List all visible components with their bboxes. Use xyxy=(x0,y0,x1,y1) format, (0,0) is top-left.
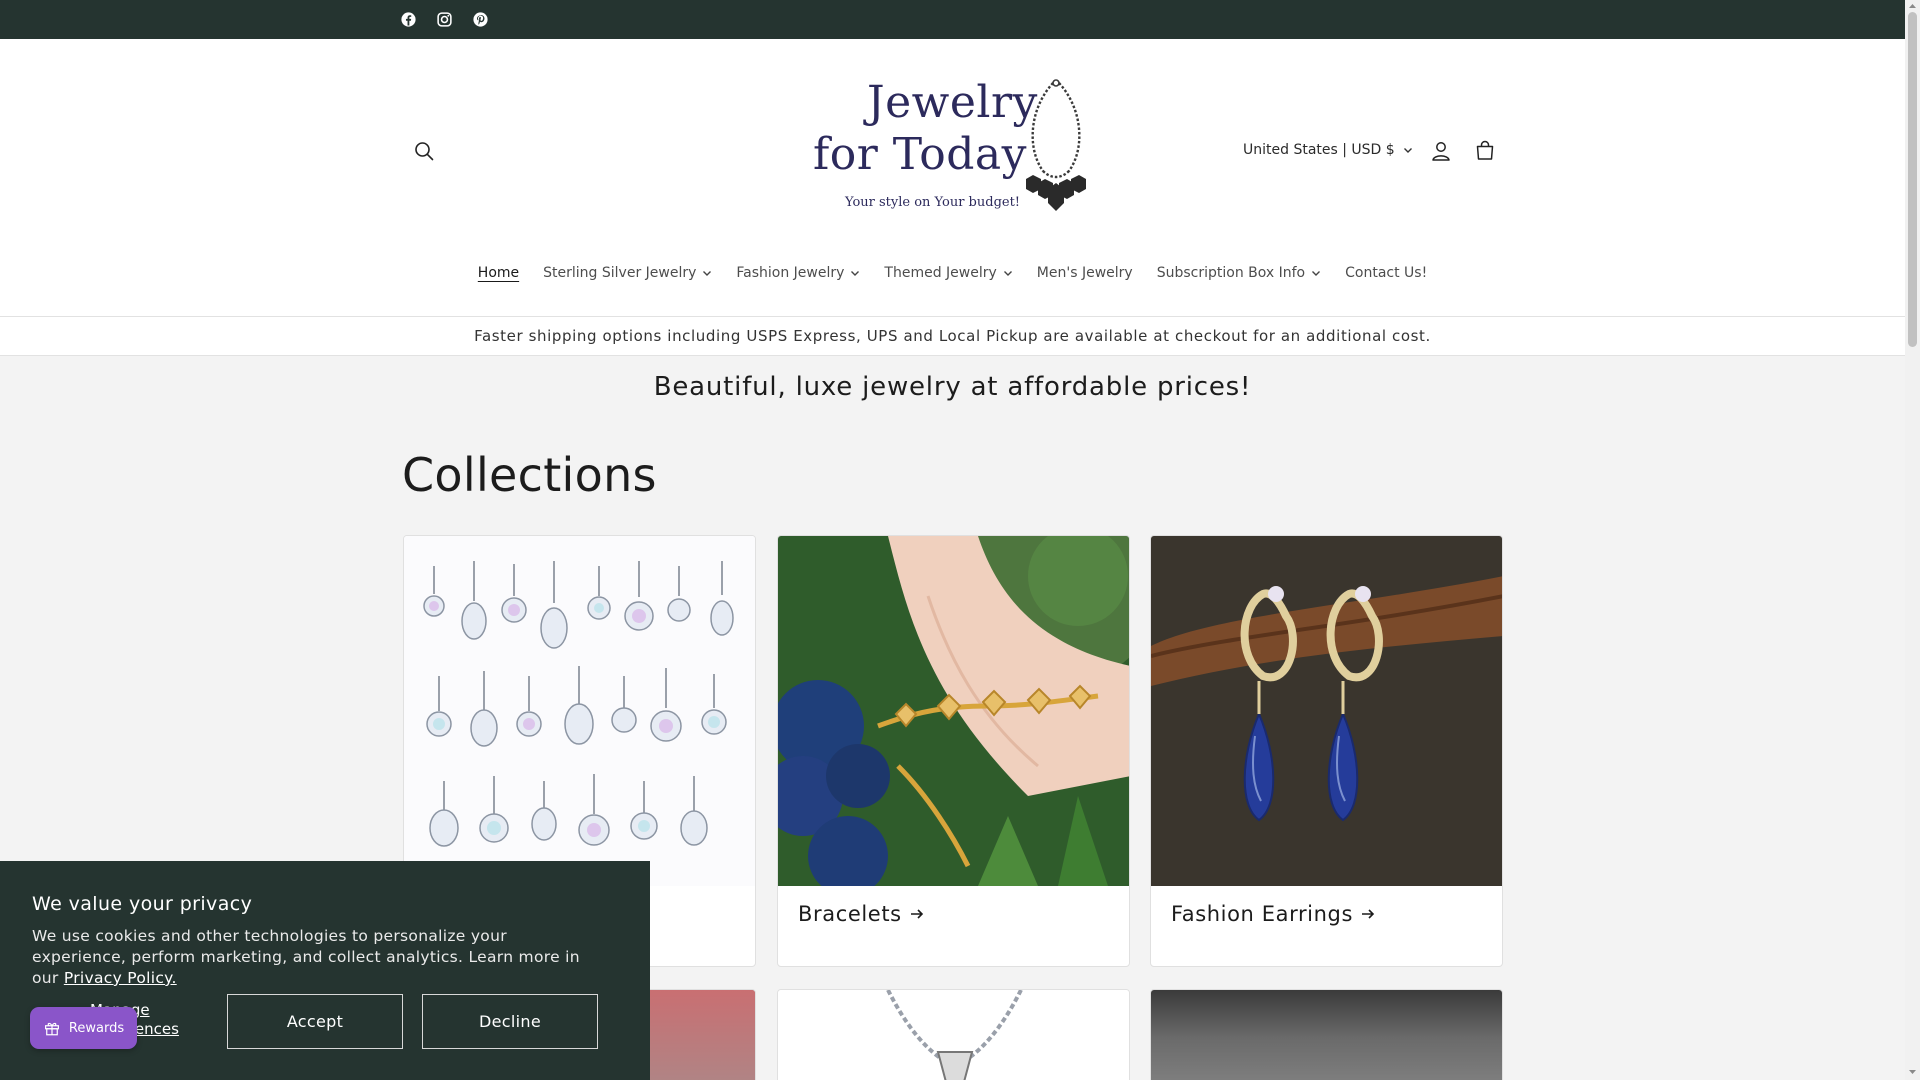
account-icon xyxy=(1432,142,1450,161)
logo-tagline: Your style on Your budget! xyxy=(845,195,1021,210)
pinterest-icon xyxy=(473,12,488,27)
arrow-right-icon xyxy=(910,909,923,919)
cart-button[interactable] xyxy=(1465,131,1505,171)
nav-item-label: Home xyxy=(477,265,520,281)
gift-icon xyxy=(44,1022,59,1036)
currency-selector[interactable]: United States | USD $ xyxy=(1243,131,1413,169)
chevron-down-icon xyxy=(1312,271,1321,276)
necklace-logo-icon xyxy=(1026,79,1086,211)
collection-card-row2-3[interactable] xyxy=(1150,989,1503,1080)
nav-item-label: Men's Jewelry xyxy=(1036,265,1133,281)
instagram-link[interactable] xyxy=(436,0,456,39)
nav-item-label: Sterling Silver Jewelry xyxy=(543,265,697,281)
shipping-announcement: Faster shipping options including USPS E… xyxy=(0,316,1905,356)
scroll-down-arrow-icon[interactable] xyxy=(1908,1068,1917,1076)
nav-item-themed-jewelry[interactable]: Themed Jewelry xyxy=(872,256,1024,290)
nav-item-contact-us[interactable]: Contact Us! xyxy=(1333,256,1439,290)
collection-card-label: Fashion Earrings xyxy=(1171,902,1375,926)
search-button[interactable] xyxy=(404,131,444,171)
decline-button[interactable]: Decline xyxy=(422,994,598,1049)
collection-card-row2-2[interactable] xyxy=(777,989,1130,1080)
nav-item-label: Fashion Jewelry xyxy=(736,265,845,281)
instagram-icon xyxy=(437,12,452,27)
belly-rings-photo xyxy=(404,536,755,886)
rewards-button[interactable]: Rewards xyxy=(30,1007,137,1049)
facebook-link[interactable] xyxy=(400,0,420,39)
search-icon xyxy=(415,142,434,161)
facebook-icon xyxy=(401,12,416,27)
nav-item-mens-jewelry[interactable]: Men's Jewelry xyxy=(1025,256,1145,290)
site-logo[interactable]: Jewelry for Today Your style on Your bud… xyxy=(813,77,1090,226)
collection-photo xyxy=(1151,990,1502,1080)
chevron-down-icon xyxy=(1003,271,1012,276)
hero-tagline: Beautiful, luxe jewelry at affordable pr… xyxy=(653,372,1252,402)
nav-item-label: Subscription Box Info xyxy=(1156,265,1306,281)
cart-icon xyxy=(1476,140,1494,160)
nav-item-label: Contact Us! xyxy=(1345,265,1428,281)
logo-line-1: Jewelry xyxy=(867,77,1038,128)
account-button[interactable] xyxy=(1421,131,1461,171)
main-navigation: Home Sterling Silver Jewelry Fashion Jew… xyxy=(0,256,1905,290)
scroll-up-arrow-icon[interactable] xyxy=(1908,2,1917,10)
accept-button[interactable]: Accept xyxy=(227,994,403,1049)
collections-title: Collections xyxy=(402,448,657,502)
chevron-down-icon xyxy=(703,271,712,276)
announcement-topbar xyxy=(0,0,1905,39)
collection-card-bracelets[interactable]: Bracelets xyxy=(777,535,1130,967)
nav-item-fashion-jewelry[interactable]: Fashion Jewelry xyxy=(724,256,872,290)
arrow-right-icon xyxy=(1362,909,1375,919)
collection-card-fashion-earrings[interactable]: Fashion Earrings xyxy=(1150,535,1503,967)
nav-item-label: Themed Jewelry xyxy=(884,265,997,281)
privacy-title: We value your privacy xyxy=(32,893,253,915)
currency-label: United States | USD $ xyxy=(1243,142,1395,158)
nav-item-subscription-box-info[interactable]: Subscription Box Info xyxy=(1145,256,1333,290)
nav-item-home[interactable]: Home xyxy=(466,256,531,290)
rewards-label: Rewards xyxy=(68,1020,125,1036)
nav-item-sterling-silver-jewelry[interactable]: Sterling Silver Jewelry xyxy=(531,256,724,290)
pinterest-link[interactable] xyxy=(472,0,492,39)
bracelet-photo xyxy=(778,536,1129,886)
privacy-policy-link[interactable]: Privacy Policy. xyxy=(64,969,177,987)
chevron-down-icon xyxy=(1403,148,1412,153)
earrings-photo xyxy=(1151,536,1502,886)
page-scrollbar[interactable] xyxy=(1905,0,1920,1080)
scrollbar-thumb[interactable] xyxy=(1908,12,1917,347)
logo-line-2: for Today xyxy=(813,129,1027,180)
announcement-text: Faster shipping options including USPS E… xyxy=(474,327,1431,345)
necklace-photo xyxy=(778,990,1129,1080)
collection-card-label: Bracelets xyxy=(798,902,924,926)
chevron-down-icon xyxy=(851,271,860,276)
privacy-body: We use cookies and other technologies to… xyxy=(32,927,580,987)
